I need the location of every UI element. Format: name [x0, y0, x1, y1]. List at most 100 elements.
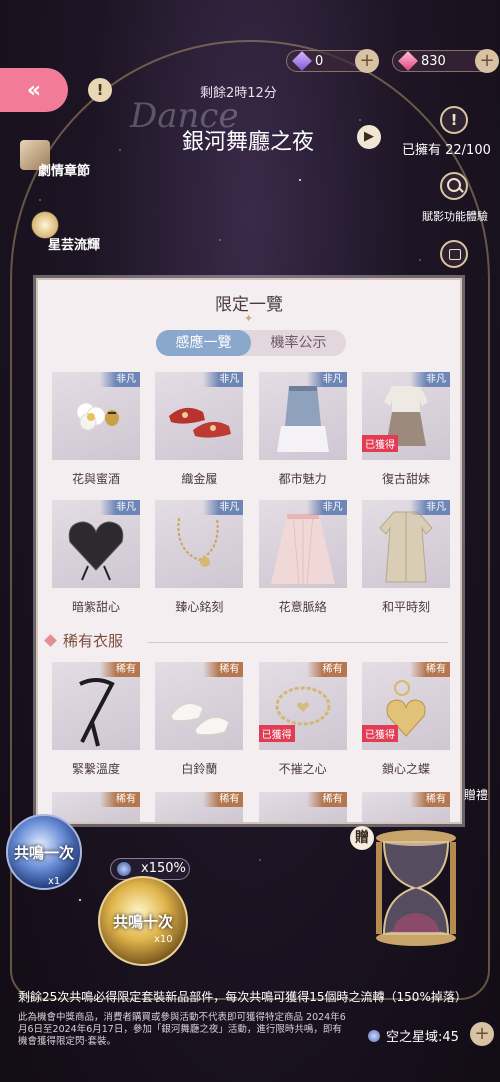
- item-name: 不摧之心: [278, 762, 327, 776]
- hourglass-icon[interactable]: [370, 828, 462, 948]
- item-row: 稀有 緊繫溫度 稀有 白鈴蘭 稀有 已獲得 不摧之心 稀有 已獲得 鎖心之蝶: [52, 662, 450, 777]
- epic-tag: 非凡: [409, 500, 450, 515]
- divider: [148, 642, 448, 643]
- item-row: 非凡 花與蜜酒 非凡 織金履 非凡 都市魅力 非凡 已獲得 復古甜妹: [52, 372, 450, 487]
- item-thumbnail: 非凡: [52, 500, 140, 588]
- limited-list-modal: 限定一覽 ✦ 感應一覽 機率公示 非凡 花與蜜酒 非凡 織金履 非凡 都市魅力 …: [36, 278, 462, 824]
- item-card[interactable]: 非凡 花意脈絡: [258, 500, 347, 615]
- pull-once-button[interactable]: 共鳴一次: [6, 814, 82, 890]
- item-card[interactable]: 非凡 都市魅力: [258, 372, 347, 487]
- item-thumbnail: 稀有 已獲得: [361, 662, 450, 750]
- rare-tag: 稀有: [100, 792, 140, 807]
- obtained-badge: 已獲得: [258, 725, 295, 742]
- pull-ten-button[interactable]: 共鳴十次: [98, 876, 188, 966]
- item-thumbnail: 非凡: [258, 500, 347, 588]
- back-button[interactable]: «: [0, 68, 68, 112]
- pity-info: 剩餘25次共鳴必得限定套裝新品部件，每次共鳴可獲得15個時之流轉（150%掉落）: [18, 990, 467, 1004]
- fine-print: 此為機會中獎商品，消費者購買或參與活動不代表即可獲得特定商品 2024年6月6日…: [18, 1012, 346, 1047]
- item-thumbnail: 稀有: [155, 662, 244, 750]
- obtained-badge: 已獲得: [361, 435, 398, 452]
- item-name: 復古甜妹: [381, 472, 430, 486]
- rare-tag: 稀有: [306, 792, 347, 807]
- side-item-story[interactable]: 劇情章節: [38, 160, 90, 179]
- magnifier-icon[interactable]: [440, 172, 468, 200]
- item-name: 鎖心之蝶: [381, 762, 430, 776]
- item-thumbnail: 稀有: [155, 792, 244, 822]
- item-name: 花與蜜酒: [71, 472, 120, 486]
- item-card[interactable]: 非凡 已獲得 復古甜妹: [361, 372, 450, 487]
- epic-tag: 非凡: [306, 500, 347, 515]
- preview-label: 賦影功能體驗: [422, 210, 488, 223]
- info-button[interactable]: !: [88, 78, 112, 102]
- owned-count: 已擁有 22/100: [402, 143, 491, 158]
- epic-tag: 非凡: [306, 372, 347, 387]
- modal-tabs: 感應一覽 機率公示: [156, 330, 346, 356]
- epic-tag: 非凡: [203, 372, 244, 387]
- item-name: 織金履: [181, 472, 218, 486]
- item-card[interactable]: 稀有: [155, 792, 244, 822]
- alert-icon[interactable]: !: [440, 106, 468, 134]
- item-thumbnail: 稀有: [361, 792, 450, 822]
- item-card[interactable]: 稀有: [361, 792, 450, 822]
- obtained-badge: 已獲得: [361, 725, 398, 742]
- item-name: 緊繫溫度: [71, 762, 120, 776]
- calendar-icon[interactable]: [440, 240, 468, 268]
- item-card[interactable]: 非凡 花與蜜酒: [52, 372, 140, 487]
- item-thumbnail: 稀有: [52, 792, 140, 822]
- item-thumbnail: 非凡: [155, 500, 244, 588]
- add-purple-gem-button[interactable]: +: [355, 49, 379, 73]
- item-row: 稀有 稀有 稀有 稀有: [52, 792, 450, 822]
- stardust-icon: [368, 1029, 380, 1042]
- tab-summon-list[interactable]: 感應一覽: [156, 330, 251, 356]
- item-card[interactable]: 稀有 緊繫溫度: [52, 662, 140, 777]
- item-thumbnail: 非凡: [361, 500, 450, 588]
- item-name: 花意脈絡: [278, 600, 327, 614]
- item-name: 暗紫甜心: [71, 600, 120, 614]
- purple-gem-icon: [292, 51, 312, 71]
- section-rare-header: 稀有衣服: [44, 630, 123, 651]
- title-arrow-button[interactable]: ▶: [357, 125, 381, 149]
- gift-badge: 贈: [350, 826, 374, 850]
- item-thumbnail: 非凡 已獲得: [361, 372, 450, 460]
- item-card[interactable]: 非凡 和平時刻: [361, 500, 450, 615]
- item-thumbnail: 稀有: [52, 662, 140, 750]
- item-name: 白鈴蘭: [181, 762, 218, 776]
- item-name: 臻心銘刻: [175, 600, 224, 614]
- item-row: 非凡 暗紫甜心 非凡 臻心銘刻 非凡 花意脈絡 非凡 和平時刻: [52, 500, 450, 615]
- side-item-star[interactable]: 星芸流輝: [48, 234, 100, 253]
- rare-tag: 稀有: [100, 662, 140, 677]
- epic-tag: 非凡: [100, 372, 140, 387]
- rare-tag: 稀有: [203, 662, 244, 677]
- item-thumbnail: 非凡: [52, 372, 140, 460]
- item-card[interactable]: 稀有 白鈴蘭: [155, 662, 244, 777]
- item-name: 和平時刻: [381, 600, 430, 614]
- epic-tag: 非凡: [100, 500, 140, 515]
- add-stardust-button[interactable]: +: [470, 1022, 494, 1046]
- item-thumbnail: 非凡: [258, 372, 347, 460]
- item-card[interactable]: 非凡 暗紫甜心: [52, 500, 140, 615]
- pull-once-count: x1: [48, 876, 61, 887]
- item-thumbnail: 稀有: [258, 792, 347, 822]
- item-card[interactable]: 稀有 已獲得 不摧之心: [258, 662, 347, 777]
- item-card[interactable]: 稀有: [258, 792, 347, 822]
- rare-tag: 稀有: [409, 792, 450, 807]
- item-name: 都市魅力: [278, 472, 327, 486]
- double-chevron-left-icon: «: [26, 77, 42, 103]
- rare-tag: 稀有: [203, 792, 244, 807]
- item-card[interactable]: 稀有 已獲得 鎖心之蝶: [361, 662, 450, 777]
- rare-tag: 稀有: [409, 662, 450, 677]
- add-pink-gem-button[interactable]: +: [475, 49, 499, 73]
- stardust-counter: 空之星域:45: [368, 1026, 459, 1045]
- tab-probability[interactable]: 機率公示: [251, 330, 346, 356]
- pull-ten-count: x10: [154, 934, 173, 945]
- item-card[interactable]: 非凡 織金履: [155, 372, 244, 487]
- side-gift-label[interactable]: 贈禮: [464, 786, 488, 803]
- currency-purple-gem: 0 +: [286, 49, 379, 73]
- item-card[interactable]: 稀有: [52, 792, 140, 822]
- item-card[interactable]: 非凡 臻心銘刻: [155, 500, 244, 615]
- rare-tag: 稀有: [306, 662, 347, 677]
- epic-tag: 非凡: [409, 372, 450, 387]
- item-thumbnail: 稀有 已獲得: [258, 662, 347, 750]
- pink-gem-icon: [398, 51, 418, 71]
- ornament-icon: ✦: [244, 312, 254, 325]
